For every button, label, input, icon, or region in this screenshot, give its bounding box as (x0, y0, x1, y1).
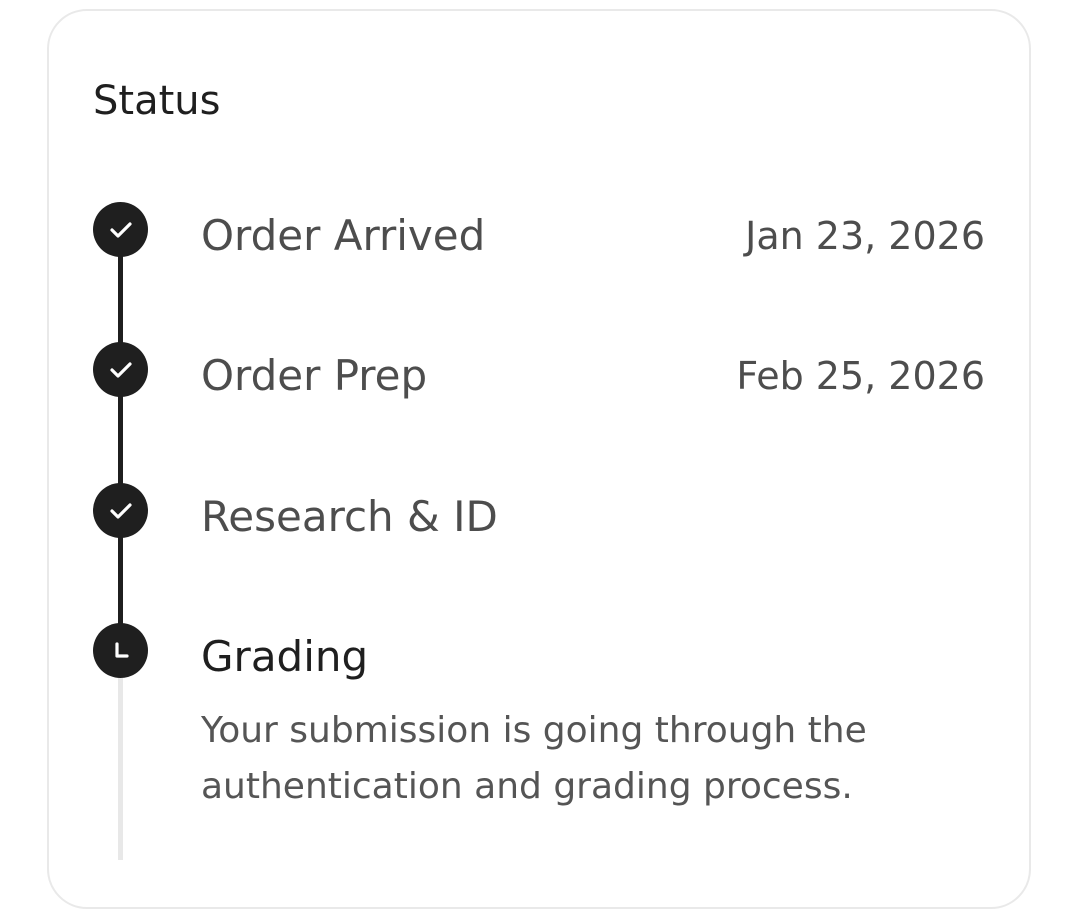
step-date-order-prep: Feb 25, 2026 (736, 354, 985, 398)
timeline-rail-pending (118, 650, 123, 860)
step-order-arrived-check-icon (93, 202, 148, 257)
step-label-grading: Grading (201, 632, 369, 681)
step-label-order-prep: Order Prep (201, 351, 428, 400)
timeline-rail-completed (118, 230, 123, 650)
step-description-grading: Your submission is going through the aut… (201, 710, 867, 807)
step-research-id-check-icon (93, 483, 148, 538)
step-label-order-arrived: Order Arrived (201, 211, 486, 260)
status-title: Status (93, 78, 221, 124)
step-order-prep-check-icon (93, 342, 148, 397)
step-date-order-arrived: Jan 23, 2026 (745, 214, 985, 258)
step-label-research-id: Research & ID (201, 492, 498, 541)
step-grading-clock-icon (93, 623, 148, 678)
